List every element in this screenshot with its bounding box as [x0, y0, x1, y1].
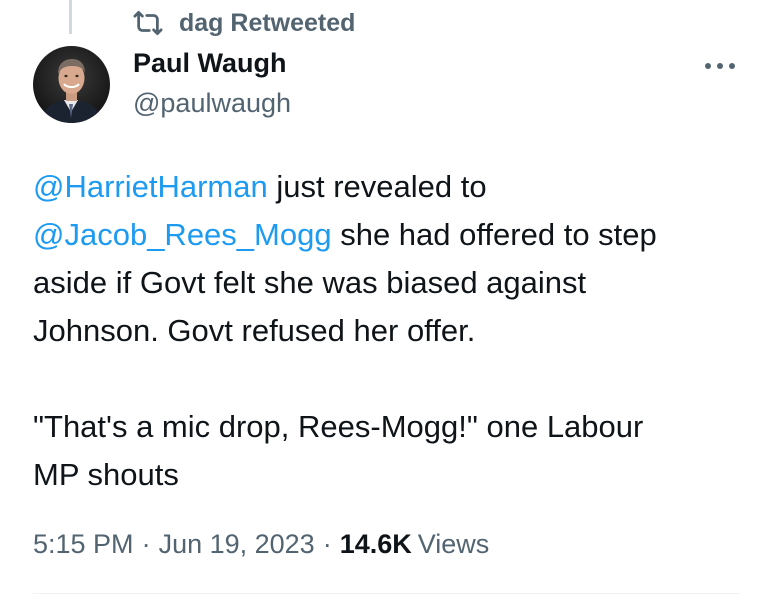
tweet-line: @Jacob_Rees_Mogg she had offered to step — [33, 211, 733, 259]
more-options-icon — [705, 63, 735, 69]
tweet-text-segment: she had offered to step — [331, 217, 657, 252]
meta-separator: · — [322, 528, 332, 559]
tweet-line: @HarrietHarman just revealed to — [33, 163, 733, 211]
retweet-icon — [133, 11, 163, 35]
tweet-text: @HarrietHarman just revealed to @Jacob_R… — [33, 163, 733, 499]
tweet-line: "That's a mic drop, Rees-Mogg!" one Labo… — [33, 409, 644, 444]
tweet-date[interactable]: Jun 19, 2023 — [159, 529, 315, 560]
mention-link-jacob-rees-mogg[interactable]: @Jacob_Rees_Mogg — [33, 217, 332, 252]
author-name[interactable]: Paul Waugh — [133, 48, 287, 79]
author-avatar[interactable] — [33, 46, 110, 123]
retweet-indicator[interactable]: dag Retweeted — [133, 6, 355, 40]
tweet-line: MP shouts — [33, 457, 179, 492]
tweet-time[interactable]: 5:15 PM — [33, 529, 134, 560]
tweet-line: aside if Govt felt she was biased agains… — [33, 265, 587, 300]
tweet-text-segment: just revealed to — [267, 169, 487, 204]
more-options-button[interactable] — [700, 56, 740, 76]
mention-link-harrietharman[interactable]: @HarrietHarman — [33, 169, 268, 204]
views-count: 14.6K — [339, 528, 412, 559]
tweet-meta: 5:15 PM · Jun 19, 2023 · 14.6K Views — [33, 524, 489, 564]
views-label: Views — [417, 528, 490, 559]
avatar-photo — [33, 46, 110, 123]
meta-separator: · — [141, 528, 151, 559]
thread-connector-line — [69, 0, 72, 34]
author-handle[interactable]: @paulwaugh — [133, 88, 291, 119]
divider — [33, 593, 740, 594]
retweet-label: dag Retweeted — [179, 8, 356, 37]
tweet-line: Johnson. Govt refused her offer. — [33, 313, 476, 348]
